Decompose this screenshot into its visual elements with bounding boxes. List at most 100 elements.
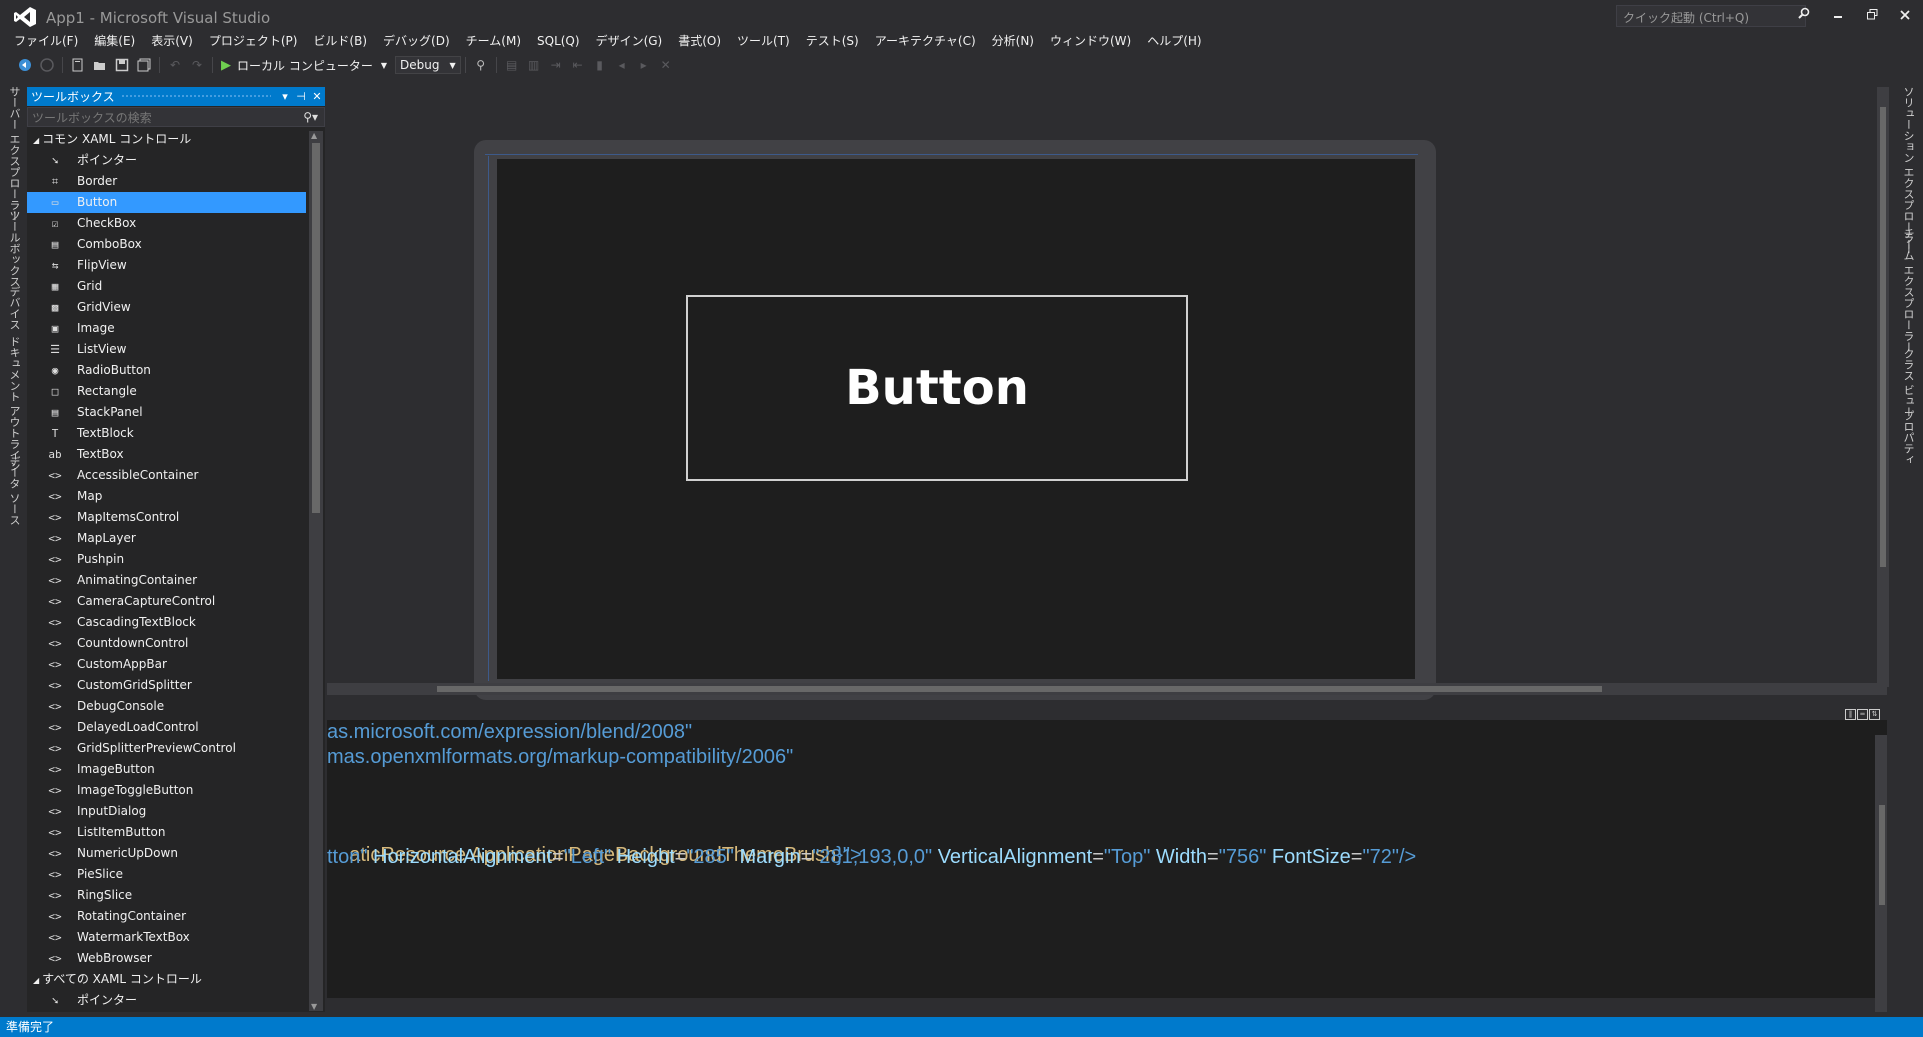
close-button[interactable] (1892, 4, 1918, 28)
start-debugging-button[interactable]: ▶ ローカル コンピューター ▼ (221, 57, 387, 74)
toolbox-item[interactable]: ab TextBox (27, 444, 307, 465)
toolbox-item[interactable]: ➘ ポインター (27, 150, 307, 171)
previous-bookmark-icon[interactable]: ◂ (611, 55, 633, 75)
minimize-button[interactable] (1825, 4, 1851, 28)
left-tab[interactable]: サーバー エクスプローラー (6, 86, 22, 222)
right-tab[interactable]: チーム エクスプローラー (1900, 228, 1916, 353)
toolbox-item[interactable]: ☰ ListView (27, 339, 307, 360)
toolbox-item[interactable]: ▤ StackPanel (27, 402, 307, 423)
bookmark-icon[interactable]: ▮ (589, 55, 611, 75)
toolbox-item[interactable]: <> GridSplitterPreviewControl (27, 738, 307, 759)
indent-icon[interactable]: ⇥ (545, 55, 567, 75)
vertical-ruler[interactable] (488, 156, 489, 681)
dropdown-icon[interactable]: ▾ (277, 90, 293, 103)
toolbox-group-header[interactable]: ◢ すべての XAML コントロール (27, 969, 307, 990)
left-tab[interactable]: ドキュメント アウトライン (6, 336, 22, 472)
uncomment-icon[interactable]: ▥ (523, 55, 545, 75)
toolbox-item[interactable]: <> AnimatingContainer (27, 570, 307, 591)
quick-launch-input[interactable]: クイック起動 (Ctrl+Q) (1616, 5, 1806, 27)
code-vertical-scrollbar[interactable] (1875, 735, 1887, 1012)
toolbox-item[interactable]: <> AccessibleContainer (27, 465, 307, 486)
menu-item[interactable]: テスト(S) (800, 32, 869, 50)
design-button-control[interactable]: Button (686, 295, 1188, 481)
left-tab[interactable]: ツールボックス (6, 210, 22, 287)
toolbox-item[interactable]: ⌗ Border (27, 171, 307, 192)
horizontal-split-icon[interactable]: ═ (1857, 709, 1868, 720)
designer-horizontal-scrollbar[interactable] (327, 683, 1887, 695)
next-bookmark-icon[interactable]: ▸ (633, 55, 655, 75)
toolbox-item[interactable]: <> DelayedLoadControl (27, 717, 307, 738)
right-tab[interactable]: プロパティ (1900, 410, 1916, 465)
toolbox-item[interactable]: <> WebBrowser (27, 948, 307, 969)
comment-icon[interactable]: ▤ (501, 55, 523, 75)
toolbox-item[interactable]: <> ImageToggleButton (27, 780, 307, 801)
undo-icon[interactable]: ↶ (164, 55, 186, 75)
toolbox-item[interactable]: ▦ Grid (27, 276, 307, 297)
toolbox-item[interactable]: <> RotatingContainer (27, 906, 307, 927)
clear-bookmarks-icon[interactable]: ✕ (655, 55, 677, 75)
menu-item[interactable]: 書式(O) (672, 32, 731, 50)
toolbox-item[interactable]: <> ListItemButton (27, 822, 307, 843)
find-in-files-icon[interactable]: ⚲ (470, 55, 492, 75)
xaml-code-editor[interactable]: as.microsoft.com/expression/blend/2008" … (327, 720, 1887, 1012)
toolbox-item[interactable]: <> Map (27, 486, 307, 507)
restore-button[interactable] (1859, 4, 1885, 28)
toolbox-item[interactable]: <> RingSlice (27, 885, 307, 906)
menu-item[interactable]: ヘルプ(H) (1141, 32, 1211, 50)
menu-item[interactable]: ウィンドウ(W) (1044, 32, 1141, 50)
toolbox-scrollbar[interactable]: ▲ ▼ (309, 131, 323, 1011)
toolbox-item[interactable]: <> MapLayer (27, 528, 307, 549)
collapse-pane-icon[interactable]: ⇅ (1869, 709, 1880, 720)
code-horizontal-scrollbar[interactable] (327, 998, 1875, 1012)
toolbox-item[interactable]: ➘ ポインター (27, 990, 307, 1011)
toolbox-item[interactable]: ▣ Image (27, 318, 307, 339)
close-icon[interactable]: ✕ (309, 90, 325, 103)
toolbox-item[interactable]: □ Rectangle (27, 381, 307, 402)
menu-item[interactable]: チーム(M) (460, 32, 531, 50)
toolbox-item[interactable]: ⇆ FlipView (27, 255, 307, 276)
toolbox-item[interactable]: <> WatermarkTextBox (27, 927, 307, 948)
horizontal-ruler[interactable] (485, 154, 1418, 155)
toolbox-item[interactable]: <> PieSlice (27, 864, 307, 885)
designer-vertical-scrollbar[interactable] (1877, 87, 1889, 687)
toolbox-group-header[interactable]: ◢ コモン XAML コントロール (27, 129, 307, 150)
menu-item[interactable]: ビルド(B) (307, 32, 377, 50)
left-tab[interactable]: データ ソース (6, 456, 22, 526)
outdent-icon[interactable]: ⇤ (567, 55, 589, 75)
toolbox-item[interactable]: <> CameraCaptureControl (27, 591, 307, 612)
toolbox-item[interactable]: <> Pushpin (27, 549, 307, 570)
expand-triangle-icon[interactable]: ◢ (33, 136, 39, 145)
right-tab[interactable]: クラス ビュー (1900, 348, 1916, 418)
toolbox-item[interactable]: <> CascadingTextBlock (27, 612, 307, 633)
toolbox-item[interactable]: <> MapItemsControl (27, 507, 307, 528)
menu-item[interactable]: プロジェクト(P) (203, 32, 308, 50)
toolbox-item[interactable]: ▭ Button (27, 192, 306, 213)
search-icon[interactable] (1798, 7, 1810, 22)
menu-item[interactable]: SQL(Q) (531, 32, 590, 50)
menu-item[interactable]: 分析(N) (986, 32, 1044, 50)
scrollbar-thumb[interactable] (312, 143, 320, 513)
solution-configuration-select[interactable]: Debug ▼ (394, 56, 461, 74)
search-icon[interactable]: ⚲▾ (303, 110, 318, 124)
menu-item[interactable]: デバッグ(D) (377, 32, 460, 50)
toolbox-item[interactable]: ◉ RadioButton (27, 360, 307, 381)
toolbox-item[interactable]: <> ImageButton (27, 759, 307, 780)
pin-icon[interactable]: ⊣ (293, 90, 309, 103)
menu-item[interactable]: ツール(T) (731, 32, 800, 50)
menu-item[interactable]: デザイン(G) (590, 32, 673, 50)
toolbox-item[interactable]: <> CustomGridSplitter (27, 675, 307, 696)
toolbox-item[interactable]: <> DebugConsole (27, 696, 307, 717)
menu-item[interactable]: 表示(V) (145, 32, 203, 50)
new-project-icon[interactable] (67, 55, 89, 75)
toolbox-item[interactable]: ▤ ComboBox (27, 234, 307, 255)
open-file-icon[interactable] (89, 55, 111, 75)
expand-triangle-icon[interactable]: ◢ (33, 976, 39, 985)
toolbox-item[interactable]: T TextBlock (27, 423, 307, 444)
toolbox-item[interactable]: <> CountdownControl (27, 633, 307, 654)
toolbox-item[interactable]: ☑ CheckBox (27, 213, 307, 234)
toolbox-search-input[interactable]: ツールボックスの検索 ⚲▾ (27, 107, 325, 127)
toolbox-item[interactable]: <> CustomAppBar (27, 654, 307, 675)
menu-item[interactable]: アーキテクチャ(C) (869, 32, 986, 50)
scroll-down-icon[interactable]: ▼ (311, 1002, 317, 1011)
toolbox-item[interactable]: <> InputDialog (27, 801, 307, 822)
